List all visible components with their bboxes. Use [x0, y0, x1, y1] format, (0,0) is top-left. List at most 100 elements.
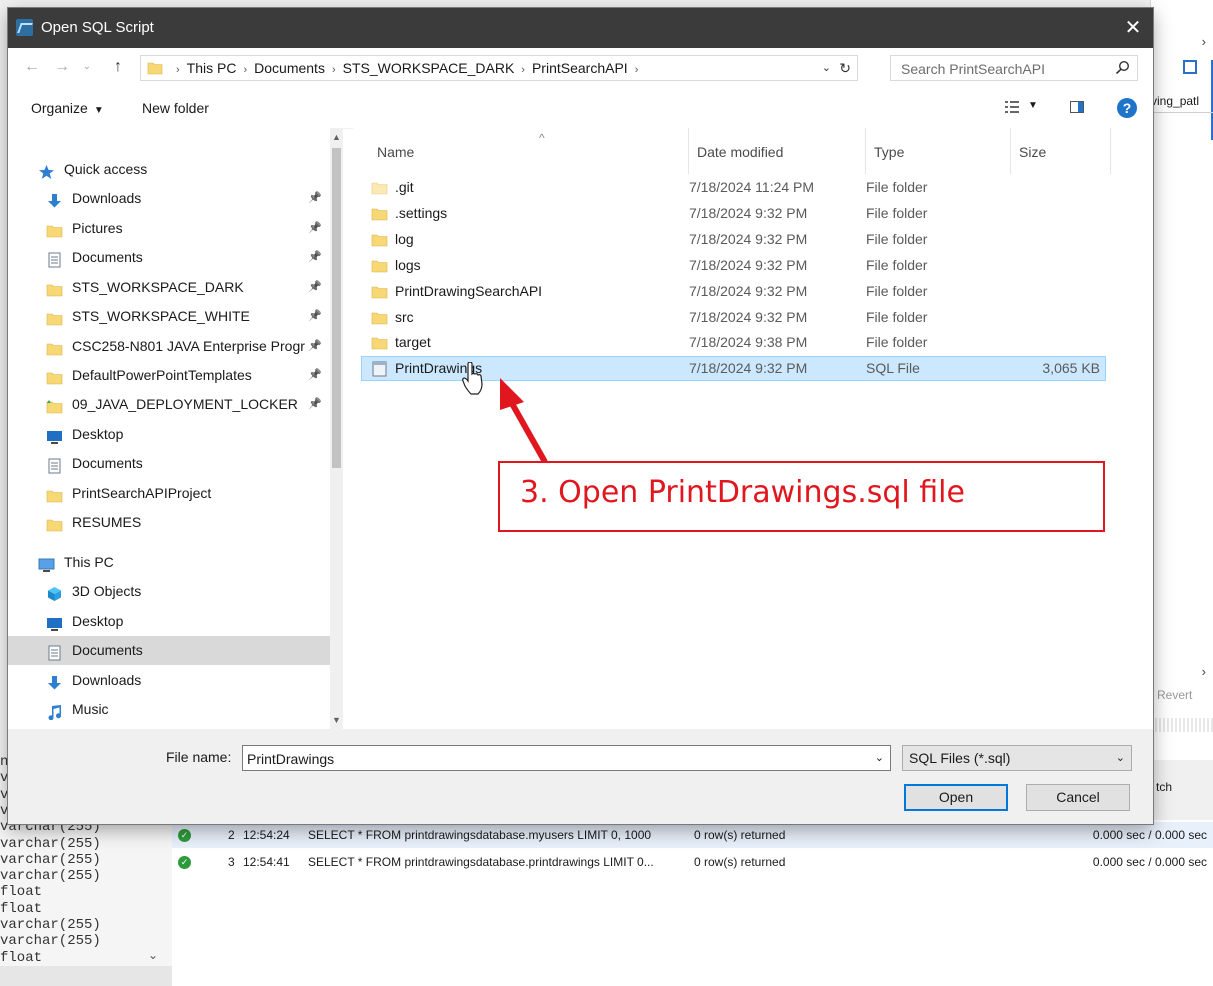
- chevron-down-icon[interactable]: ⌄: [822, 56, 831, 80]
- file-row[interactable]: PrintDrawingSearchAPI 7/18/2024 9:32 PM Fi…: [361, 279, 1106, 304]
- breadcrumb: › This PC › Documents › STS_WORKSPACE_DARK › Pr…: [169, 56, 645, 80]
- file-row[interactable]: .settings 7/18/2024 9:32 PM File folder: [361, 201, 1106, 226]
- nav-scrollbar[interactable]: ▲ ▼: [330, 128, 343, 729]
- column-header-size[interactable]: Size: [1011, 128, 1111, 174]
- nav-item[interactable]: Documents: [8, 636, 330, 665]
- revert-button[interactable]: Revert: [1157, 688, 1192, 702]
- nav-item[interactable]: This PC: [8, 548, 330, 577]
- chevron-right-icon[interactable]: ›: [1202, 34, 1206, 49]
- pin-icon[interactable]: 📌: [308, 273, 322, 302]
- refresh-icon[interactable]: ↻: [839, 56, 851, 80]
- view-caret-icon[interactable]: ▼: [1028, 100, 1038, 111]
- file-type-value: SQL Files (*.sql): [909, 750, 1011, 766]
- log-row[interactable]: ✓ 2 12:54:24 SELECT * FROM printdrawings…: [172, 822, 1213, 848]
- nav-item[interactable]: Music: [8, 695, 330, 724]
- file-type-select[interactable]: SQL Files (*.sql) ⌄: [902, 745, 1132, 771]
- search-icon[interactable]: [1115, 60, 1130, 75]
- splitter-handle[interactable]: [1151, 718, 1213, 732]
- breadcrumb-separator-icon[interactable]: ›: [521, 64, 525, 76]
- nav-item[interactable]: Quick access: [8, 155, 330, 184]
- nav-item[interactable]: Downloads: [8, 666, 330, 695]
- address-field[interactable]: › This PC › Documents › STS_WORKSPACE_DARK › Pr…: [140, 55, 858, 81]
- column-header-type[interactable]: Type: [866, 128, 1011, 174]
- nav-item[interactable]: DefaultPowerPointTemplates 📌: [8, 361, 330, 390]
- success-icon: ✓: [178, 856, 191, 869]
- dialog-titlebar[interactable]: Open SQL Script ✕: [8, 8, 1153, 48]
- file-row[interactable]: src 7/18/2024 9:32 PM File folder: [361, 305, 1106, 330]
- file-name: target: [395, 334, 431, 351]
- open-button[interactable]: Open: [904, 784, 1008, 811]
- scroll-right-icon[interactable]: ›: [1202, 664, 1206, 679]
- column-type-item: varchar(255): [0, 835, 101, 852]
- recent-locations-chevron-icon[interactable]: ⌄: [80, 56, 94, 78]
- column-header-name[interactable]: ^ Name: [369, 128, 689, 174]
- column-header-date[interactable]: Date modified: [689, 128, 866, 174]
- panel-toggle-icon[interactable]: [1183, 60, 1197, 74]
- nav-item[interactable]: 3D Objects: [8, 577, 330, 606]
- scroll-thumb[interactable]: [332, 148, 341, 468]
- file-type: File folder: [866, 282, 928, 299]
- nav-item[interactable]: CSC258-N801 JAVA Enterprise Progr 📌: [8, 332, 330, 361]
- nav-item[interactable]: 09_JAVA_DEPLOYMENT_LOCKER 📌: [8, 390, 330, 419]
- nav-item[interactable]: Desktop: [8, 607, 330, 636]
- forward-arrow-icon[interactable]: →: [52, 56, 72, 78]
- nav-item[interactable]: Pictures 📌: [8, 214, 330, 243]
- nav-item[interactable]: STS_WORKSPACE_DARK 📌: [8, 273, 330, 302]
- breadcrumb-item[interactable]: STS_WORKSPACE_DARK: [343, 60, 515, 76]
- breadcrumb-separator-icon[interactable]: ›: [176, 64, 180, 76]
- back-arrow-icon[interactable]: ←: [22, 56, 42, 78]
- file-name: src: [395, 308, 414, 325]
- preview-pane-icon[interactable]: [1070, 101, 1084, 113]
- help-icon[interactable]: ?: [1117, 98, 1137, 118]
- nav-item[interactable]: Documents 📌: [8, 243, 330, 272]
- nav-item[interactable]: PrintSearchAPIProject: [8, 479, 330, 508]
- pin-icon[interactable]: 📌: [308, 243, 322, 272]
- nav-item[interactable]: Downloads 📌: [8, 184, 330, 213]
- organize-button[interactable]: Organize ▼: [31, 100, 104, 116]
- nav-item[interactable]: RESUMES: [8, 508, 330, 537]
- file-name: .settings: [395, 204, 448, 221]
- nav-item[interactable]: Desktop: [8, 420, 330, 449]
- file-name-combobox[interactable]: ⌄: [242, 745, 891, 772]
- breadcrumb-separator-icon[interactable]: ›: [332, 64, 336, 76]
- cancel-button[interactable]: Cancel: [1026, 784, 1130, 811]
- hand-cursor-icon: [462, 362, 483, 395]
- file-type: File folder: [866, 230, 928, 247]
- nav-item-label: Downloads: [72, 672, 142, 688]
- pin-icon[interactable]: 📌: [308, 214, 322, 243]
- breadcrumb-separator-icon[interactable]: ›: [243, 64, 247, 76]
- close-button[interactable]: ✕: [1113, 8, 1153, 48]
- file-type: File folder: [866, 256, 928, 273]
- download-icon: [46, 672, 63, 690]
- up-arrow-icon[interactable]: ↑: [108, 56, 128, 78]
- search-input[interactable]: [891, 56, 1113, 82]
- pin-icon[interactable]: 📌: [308, 361, 322, 390]
- new-folder-button[interactable]: New folder: [142, 100, 209, 116]
- success-icon: ✓: [178, 829, 191, 842]
- breadcrumb-item[interactable]: This PC: [187, 60, 237, 76]
- pin-icon[interactable]: 📌: [308, 302, 322, 331]
- file-row[interactable]: logs 7/18/2024 9:32 PM File folder: [361, 253, 1106, 278]
- file-name-input[interactable]: [243, 746, 859, 772]
- chevron-down-icon[interactable]: ⌄: [875, 746, 884, 770]
- breadcrumb-item[interactable]: Documents: [254, 60, 325, 76]
- view-options-icon[interactable]: [1004, 99, 1020, 115]
- nav-item-label: STS_WORKSPACE_WHITE: [72, 308, 250, 324]
- file-row[interactable]: target 7/18/2024 9:38 PM File folder: [361, 330, 1106, 355]
- pin-icon[interactable]: 📌: [308, 332, 322, 361]
- log-row[interactable]: ✓ 3 12:54:41 SELECT * FROM printdrawings…: [172, 849, 1213, 875]
- search-box[interactable]: [890, 55, 1138, 82]
- scroll-down-icon[interactable]: ▼: [332, 715, 341, 725]
- nav-item[interactable]: STS_WORKSPACE_WHITE 📌: [8, 302, 330, 331]
- nav-item[interactable]: Documents: [8, 449, 330, 478]
- file-row[interactable]: log 7/18/2024 9:32 PM File folder: [361, 227, 1106, 252]
- nav-item-label: Quick access: [64, 161, 148, 177]
- breadcrumb-separator-icon[interactable]: ›: [635, 64, 639, 76]
- file-row[interactable]: .git 7/18/2024 11:24 PM File folder: [361, 175, 1106, 200]
- scroll-up-icon[interactable]: ▲: [332, 132, 341, 142]
- nav-item-label: Documents: [72, 455, 143, 471]
- breadcrumb-item[interactable]: PrintSearchAPI: [532, 60, 628, 76]
- pin-icon[interactable]: 📌: [308, 390, 322, 419]
- pin-icon[interactable]: 📌: [308, 184, 322, 213]
- scroll-down-icon[interactable]: ⌄: [148, 948, 158, 962]
